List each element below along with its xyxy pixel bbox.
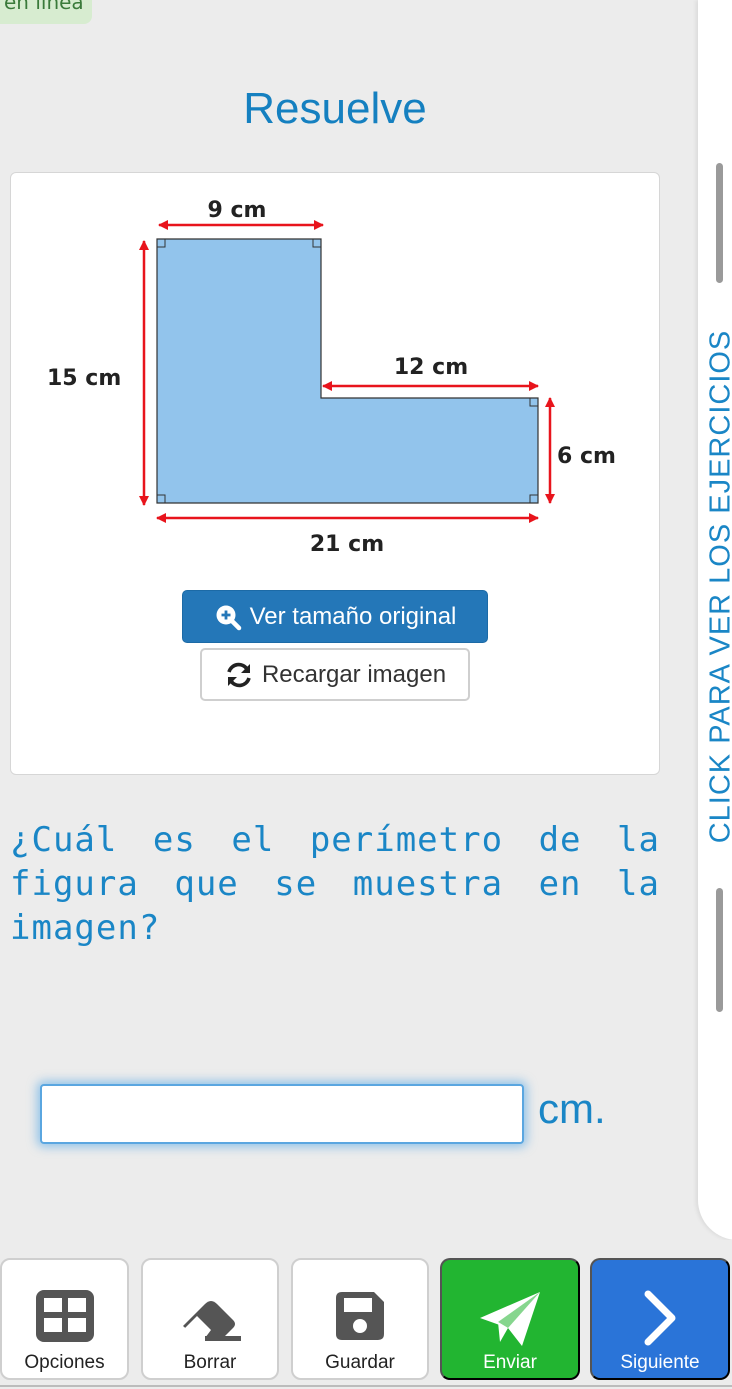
page-title: Resuelve [243, 84, 427, 133]
side-panel-handle-bottom [716, 888, 723, 1012]
reload-image-button[interactable]: Recargar imagen [200, 648, 470, 701]
send-button[interactable]: Enviar [440, 1258, 580, 1380]
options-label: Opciones [24, 1352, 105, 1373]
status-badge: en línea [0, 0, 92, 24]
answer-input[interactable] [40, 1084, 524, 1144]
l-shape-figure: 9 cm 15 cm 12 cm 6 cm 21 cm [47, 198, 616, 557]
options-button[interactable]: Opciones [0, 1258, 129, 1380]
save-icon [336, 1292, 384, 1340]
view-original-label: Ver tamaño original [249, 602, 457, 630]
send-label: Enviar [483, 1352, 537, 1373]
eraser-icon [183, 1301, 241, 1341]
label-inner: 12 cm [394, 355, 468, 380]
view-original-button[interactable]: Ver tamaño original [182, 590, 488, 643]
refresh-icon [227, 662, 251, 687]
erase-button[interactable]: Borrar [141, 1258, 279, 1380]
l-shape [156, 238, 539, 504]
answer-unit: cm. [538, 1085, 606, 1132]
question-text: ¿Cuál es el perímetro de la figura que s… [10, 820, 660, 948]
next-label: Siguiente [620, 1352, 700, 1373]
side-panel-label[interactable]: CLICK PARA VER LOS EJERCICIOS [696, 300, 732, 872]
chevron-right-icon [644, 1290, 676, 1346]
label-right: 6 cm [557, 444, 616, 469]
save-label: Guardar [325, 1352, 395, 1373]
next-button[interactable]: Siguiente [590, 1258, 730, 1380]
label-top: 9 cm [208, 198, 267, 223]
side-panel-handle-top [716, 163, 723, 283]
footer-divider [0, 1385, 732, 1387]
label-left: 15 cm [47, 366, 121, 391]
save-button[interactable]: Guardar [291, 1258, 429, 1380]
paper-plane-icon [480, 1292, 540, 1346]
erase-label: Borrar [183, 1352, 237, 1373]
label-bottom: 21 cm [310, 532, 384, 557]
zoom-in-icon [216, 605, 241, 630]
grid-icon [35, 1290, 94, 1342]
reload-image-label: Recargar imagen [261, 660, 447, 688]
